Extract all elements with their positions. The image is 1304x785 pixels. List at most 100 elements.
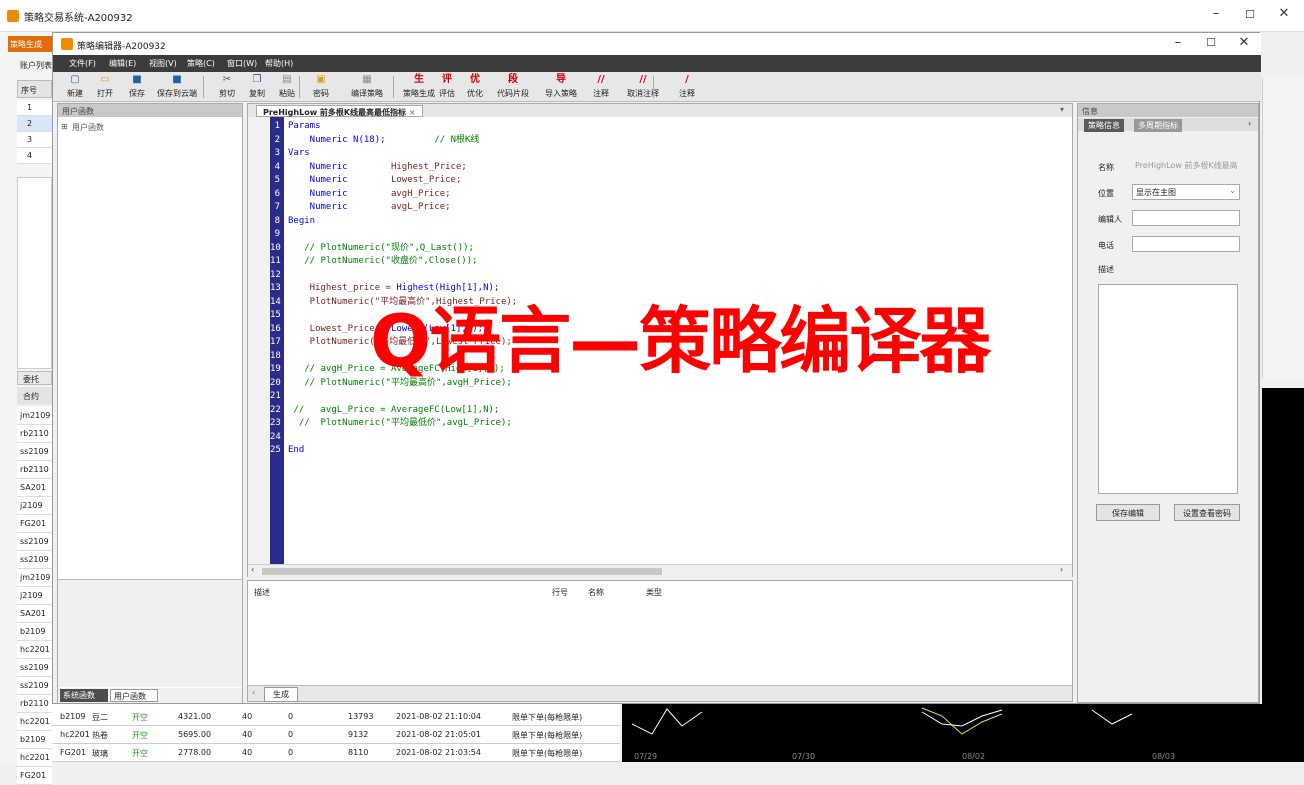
menu-window[interactable]: 窗口(W) (227, 58, 257, 69)
tree-item-user-functions[interactable]: 用户函数 (72, 122, 104, 133)
menu-bar: 文件(F) 编辑(E) 视图(V) 策略(C) 窗口(W) 帮助(H) (53, 55, 1261, 72)
order-cell-name: 豆二 (92, 713, 108, 722)
scroll-left-icon[interactable]: ‹ (251, 565, 254, 574)
toolbar-btn-open-folder[interactable]: ▭ 打开 (97, 74, 113, 99)
tab-user-functions[interactable]: 用户函数 (110, 689, 158, 702)
toolbar-btn-comment[interactable]: // 注释 (593, 74, 609, 99)
author-label: 编辑人 (1098, 215, 1122, 224)
toolbar-btn-save[interactable]: ■ 保存 (129, 74, 145, 99)
toolbar-btn-lock[interactable]: ▣ 密码 (313, 74, 329, 99)
contract-row[interactable]: FG201 (17, 515, 52, 533)
menu-view[interactable]: 视图(V) (149, 58, 177, 69)
editor-minimize-icon[interactable]: – (1166, 35, 1190, 50)
contract-row[interactable]: j2109 (17, 497, 52, 515)
toolbar-btn-uncomment[interactable]: // 取消注释 (627, 74, 659, 99)
account-list-tab[interactable]: 账户列表 (20, 60, 52, 71)
toolbar-btn-paste[interactable]: ▤ 粘贴 (279, 74, 295, 99)
tab-dropdown-icon[interactable]: ▾ (1060, 105, 1064, 114)
toolbar-btn-snippet[interactable]: 段代码片段 (497, 74, 529, 99)
position-select[interactable]: 显示在主图 ⌄ (1132, 184, 1240, 200)
strategy-gen-tab[interactable]: 策略生成 (8, 36, 52, 52)
contract-row[interactable]: hc2201 (17, 749, 52, 767)
horizontal-scrollbar[interactable]: ‹ › (248, 564, 1072, 577)
output-col-type: 类型 (646, 588, 662, 597)
output-tab-build[interactable]: 生成 (264, 687, 298, 702)
contract-row[interactable]: hc2201 (17, 641, 52, 659)
function-tabs: 系统函数 用户函数 (58, 688, 242, 703)
toolbar-label: 保存到云端 (157, 89, 197, 98)
contract-row[interactable]: hc2201 (17, 713, 52, 731)
contract-row[interactable]: rb2110 (17, 425, 52, 443)
contract-row[interactable]: j2109 (17, 587, 52, 605)
code-text: Begin (288, 215, 315, 229)
contract-row[interactable]: SA201 (17, 479, 52, 497)
contract-row[interactable]: ss2109 (17, 443, 52, 461)
contract-row[interactable]: rb2110 (17, 461, 52, 479)
contract-row[interactable]: SA201 (17, 605, 52, 623)
set-password-button[interactable]: 设置查看密码 (1174, 504, 1240, 521)
contract-row[interactable]: b2109 (17, 731, 52, 749)
toolbar-btn-optimize[interactable]: 优优化 (467, 74, 483, 99)
contract-row[interactable]: rb2110 (17, 695, 52, 713)
description-textarea[interactable] (1098, 284, 1238, 494)
tree-expand-icon[interactable]: ⊞ (61, 122, 68, 131)
name-field[interactable]: PreHighLow 前多根K线最高 (1132, 158, 1240, 174)
menu-edit[interactable]: 编辑(E) (109, 58, 136, 69)
account-row[interactable]: 3 (17, 132, 52, 148)
contract-row[interactable]: ss2109 (17, 551, 52, 569)
toolbar-btn-evaluate[interactable]: 评评估 (439, 74, 455, 99)
account-row[interactable]: 1 (17, 100, 52, 116)
contract-row[interactable]: FG201 (17, 767, 52, 785)
toolbar-btn-cloud-save[interactable]: ■ 保存到云端 (157, 74, 197, 99)
menu-file[interactable]: 文件(F) (69, 58, 96, 69)
toolbar-btn-compile[interactable]: ▦ 编译策略 (351, 74, 383, 99)
code-token: // N根K线 (385, 134, 480, 145)
close-icon[interactable]: ✕ (1272, 6, 1296, 21)
tab-strategy-info[interactable]: 策略信息 (1084, 119, 1124, 132)
line-number: 17 (270, 337, 281, 347)
order-row[interactable]: hc2201 热卷 开空 5695.00 40 0 9132 2021-08-02 21:05… (52, 726, 620, 744)
minimize-icon[interactable]: – (1204, 6, 1228, 21)
menu-help[interactable]: 帮助(H) (265, 58, 293, 69)
account-row[interactable]: 4 (17, 148, 52, 164)
editor-maximize-icon[interactable]: ☐ (1199, 36, 1223, 49)
save-edit-button[interactable]: 保存编辑 (1096, 504, 1160, 521)
contract-row[interactable]: ss2109 (17, 533, 52, 551)
scroll-thumb[interactable] (262, 568, 662, 575)
editor-title-bar: 策略编辑器-A200932 – ☐ ✕ (53, 33, 1261, 55)
line-number: 25 (270, 445, 281, 455)
tab-multi-period[interactable]: 多周期指标 (1134, 119, 1182, 132)
tab-next-icon[interactable]: › (1248, 119, 1251, 128)
editor-close-icon[interactable]: ✕ (1232, 35, 1256, 50)
toolbar-btn-comment2[interactable]: / 注释 (679, 74, 695, 99)
contract-row[interactable]: b2109 (17, 623, 52, 641)
menu-strategy[interactable]: 策略(C) (187, 58, 215, 69)
order-cell-qty: 40 (242, 748, 253, 757)
contract-row[interactable]: ss2109 (17, 659, 52, 677)
toolbar-btn-generate[interactable]: 生策略生成 (403, 74, 435, 99)
contract-row[interactable]: jm2109 (17, 569, 52, 587)
maximize-icon[interactable]: ☐ (1238, 8, 1262, 21)
code-text: End (288, 444, 304, 458)
author-input[interactable] (1132, 210, 1240, 226)
order-row[interactable]: b2109 豆二 开空 4321.00 40 0 13793 2021-08-02 21:10… (52, 708, 620, 726)
account-row[interactable]: 2 (17, 116, 52, 132)
contract-row[interactable]: jm2109 (17, 407, 52, 425)
toolbar-btn-import[interactable]: 导导入策略 (545, 74, 577, 99)
editor-file-tab[interactable]: PreHighLow 前多根K线最高最低指标 × (256, 105, 423, 117)
phone-input[interactable] (1132, 236, 1240, 252)
toolbar-btn-copy[interactable]: ❐ 复制 (249, 74, 265, 99)
tab-close-icon[interactable]: × (409, 108, 416, 117)
editor-tab-strip: PreHighLow 前多根K线最高最低指标 × ▾ (248, 104, 1072, 117)
scroll-right-icon[interactable]: › (1060, 565, 1063, 574)
toolbar-btn-cut[interactable]: ✂ 剪切 (219, 74, 235, 99)
toolbar-label: 保存 (129, 89, 145, 98)
toolbar-btn-new-file[interactable]: ▢ 新建 (67, 74, 83, 99)
order-row[interactable]: FG201 玻璃 开空 2778.00 40 0 8110 2021-08-02 21:03:… (52, 744, 620, 762)
tab-system-functions[interactable]: 系统函数 (60, 689, 108, 702)
order-tab[interactable]: 委托 (17, 371, 52, 385)
output-scroll-icon[interactable]: ‹ (252, 688, 255, 697)
contract-row[interactable]: ss2109 (17, 677, 52, 695)
line-number: 16 (270, 323, 281, 334)
code-text: Vars (288, 147, 310, 161)
